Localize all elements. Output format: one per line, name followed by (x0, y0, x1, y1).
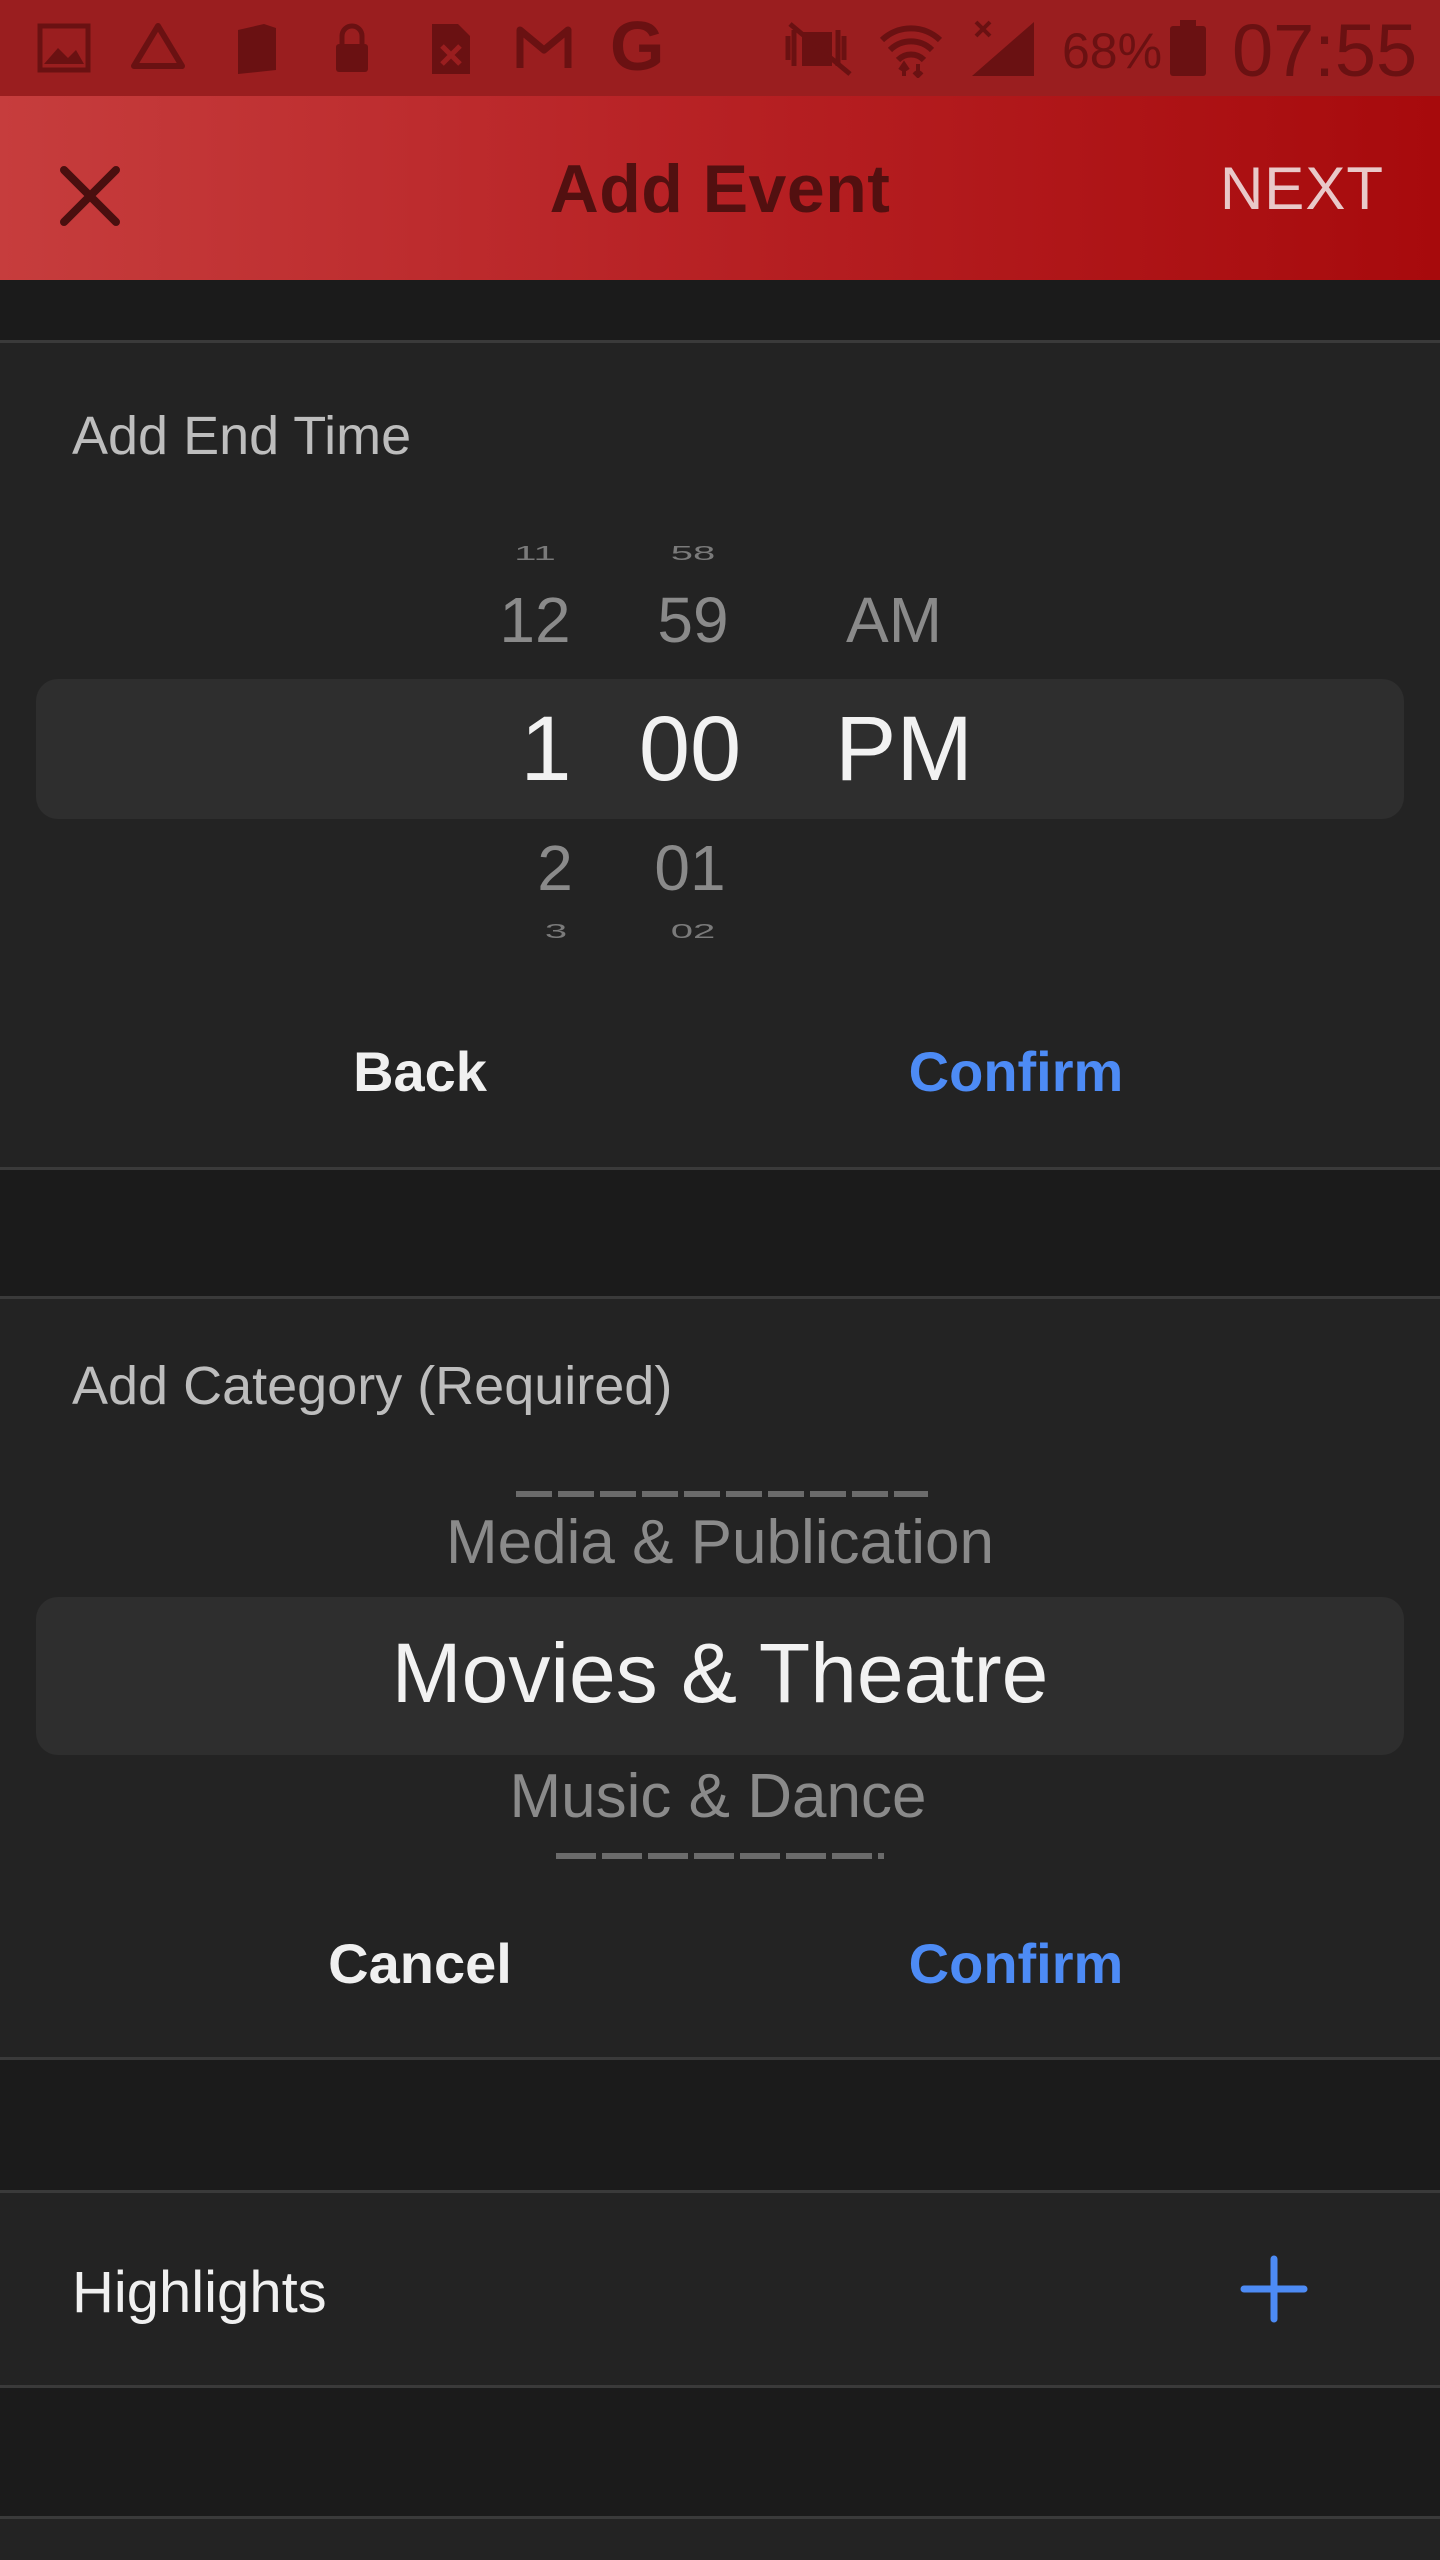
highlights-label: Highlights (72, 2260, 327, 2325)
mute-icon (785, 22, 852, 76)
category-section: Add Category (Required) Media & Publicat… (0, 1296, 1440, 2060)
hour-option[interactable]: 3 (545, 920, 567, 943)
confirm-category-button[interactable]: Confirm (909, 1931, 1124, 1996)
battery-percent: 68% (1062, 23, 1163, 79)
selected-category[interactable]: Movies & Theatre (392, 1625, 1049, 1722)
selected-hour[interactable]: 1 (520, 697, 571, 802)
sim-icon (238, 24, 276, 74)
cancel-button[interactable]: Cancel (328, 1931, 512, 1996)
end-time-label: Add End Time (72, 406, 412, 466)
hour-option[interactable]: 12 (499, 583, 570, 657)
highlights-row[interactable]: Highlights (0, 2190, 1440, 2388)
plus-icon[interactable] (1238, 2253, 1310, 2325)
category-option[interactable]: Media & Publication (446, 1507, 994, 1578)
hour-option[interactable]: 2 (537, 831, 573, 905)
section-gap (0, 2060, 1440, 2192)
next-section-edge (0, 2516, 1440, 2560)
file-x-icon (432, 24, 470, 74)
google-icon: G (610, 7, 665, 85)
gallery-icon (37, 23, 91, 73)
back-button[interactable]: Back (353, 1039, 487, 1104)
category-top-fade (516, 1491, 928, 1497)
next-button[interactable]: NEXT (1220, 154, 1384, 223)
section-gap (0, 1170, 1440, 1298)
status-bar: G 68% 07:55 (0, 0, 1440, 96)
selected-period[interactable]: PM (835, 697, 973, 802)
selected-minute[interactable]: 00 (639, 697, 741, 802)
period-option[interactable]: AM (846, 583, 942, 657)
minute-option[interactable]: 59 (657, 583, 728, 657)
drive-icon (131, 23, 185, 69)
minute-option[interactable]: 58 (671, 542, 716, 565)
section-gap (0, 280, 1440, 342)
confirm-time-button[interactable]: Confirm (909, 1039, 1124, 1104)
gmail-icon (516, 26, 572, 68)
end-time-section: Add End Time 11 12 1 2 3 58 59 00 01 02 … (0, 340, 1440, 1170)
app-bar: Add Event NEXT (0, 96, 1440, 280)
wifi-icon (879, 25, 943, 78)
category-label: Add Category (Required) (72, 1356, 673, 1416)
category-bottom-fade (556, 1853, 884, 1859)
minute-option[interactable]: 02 (671, 920, 716, 943)
hour-option[interactable]: 11 (514, 542, 556, 565)
section-gap (0, 2388, 1440, 2518)
lock-icon (336, 23, 368, 72)
signal-icon (972, 20, 1034, 76)
minute-option[interactable]: 01 (654, 831, 725, 905)
category-option[interactable]: Music & Dance (510, 1761, 927, 1832)
battery-icon (1170, 20, 1206, 76)
status-time: 07:55 (1232, 9, 1418, 92)
